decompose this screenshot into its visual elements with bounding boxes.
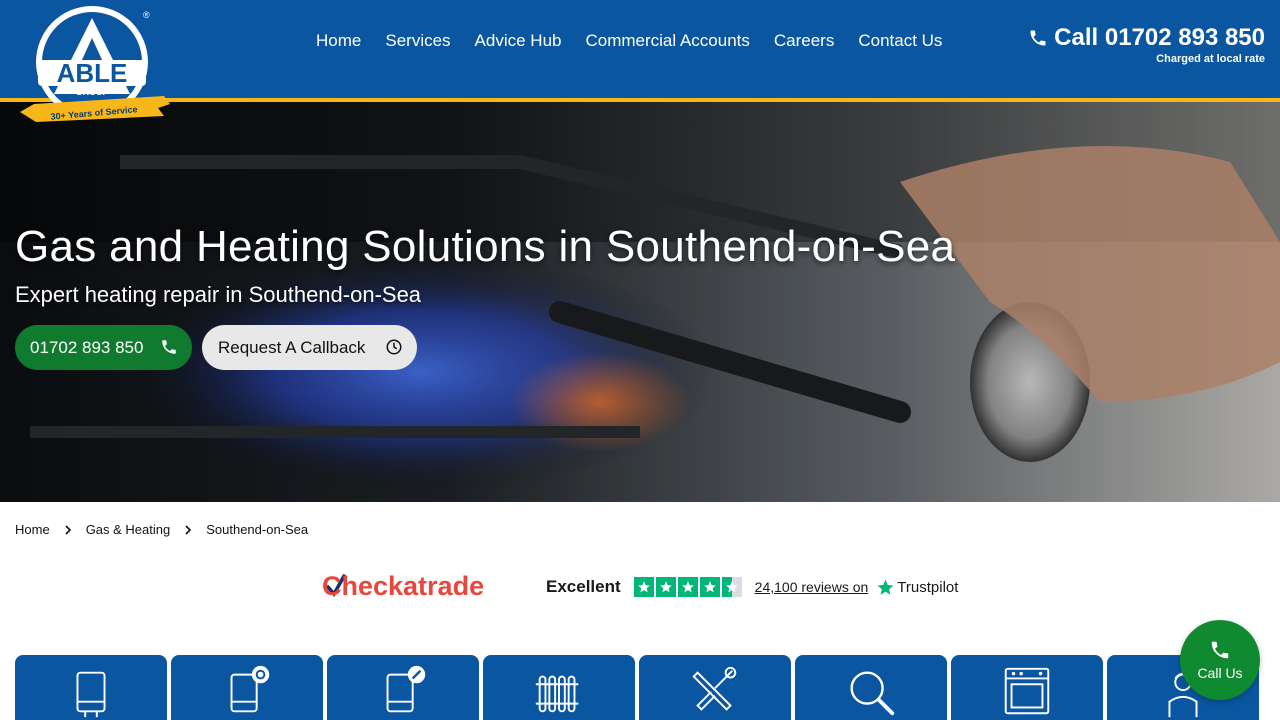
- clock-icon: [386, 339, 402, 355]
- service-card-cookers[interactable]: [951, 655, 1103, 720]
- service-cards: [15, 655, 1259, 720]
- boiler-service-icon: [230, 665, 270, 713]
- breadcrumb-home[interactable]: Home: [15, 522, 50, 537]
- request-callback-label: Request A Callback: [218, 337, 366, 357]
- header-call-box[interactable]: Call 01702 893 850 Charged at local rate: [1028, 24, 1265, 65]
- phone-icon: [162, 340, 176, 354]
- service-card-boiler-service[interactable]: [171, 655, 323, 720]
- logo-group-text: GROUP: [75, 87, 108, 97]
- phone-icon: [1030, 30, 1046, 46]
- nav-contact-us[interactable]: Contact Us: [846, 28, 954, 54]
- trustpilot-star-icon: [877, 579, 894, 595]
- nav-careers[interactable]: Careers: [762, 28, 846, 54]
- service-card-boiler-installation[interactable]: [15, 655, 167, 720]
- logo-text: ABLE: [57, 58, 128, 88]
- request-callback-button[interactable]: Request A Callback: [202, 325, 417, 370]
- hero-phone-button[interactable]: 01702 893 850: [15, 325, 192, 370]
- nav-home[interactable]: Home: [304, 28, 373, 54]
- trustpilot-reviews-link[interactable]: 24,100 reviews on: [755, 579, 869, 595]
- service-card-inspections[interactable]: [795, 655, 947, 720]
- checkatrade-text: Checkatrade: [322, 571, 484, 601]
- hero-title: Gas and Heating Solutions in Southend-on…: [15, 222, 956, 271]
- breadcrumb-southend: Southend-on-Sea: [206, 522, 309, 537]
- main-nav: Home Services Advice Hub Commercial Acco…: [304, 28, 954, 54]
- hero-phone-label: 01702 893 850: [30, 337, 144, 357]
- trustpilot-logo: Trustpilot: [876, 578, 958, 597]
- hero-banner: Gas and Heating Solutions in Southend-on…: [0, 102, 1280, 502]
- radiator-icon: [535, 675, 579, 713]
- nav-advice-hub[interactable]: Advice Hub: [463, 28, 574, 54]
- oven-icon: [1004, 667, 1050, 715]
- nav-commercial-accounts[interactable]: Commercial Accounts: [573, 28, 761, 54]
- breadcrumb: Home Gas & Heating Southend-on-Sea: [15, 522, 308, 537]
- half-star-icon: [721, 577, 742, 597]
- call-us-floating-button[interactable]: Call Us: [1180, 620, 1260, 700]
- boiler-repair-icon: [386, 665, 426, 713]
- header-call-note: Charged at local rate: [1156, 53, 1265, 65]
- trustpilot-stars: [633, 577, 742, 597]
- service-card-repairs[interactable]: [639, 655, 791, 720]
- trustpilot-rating-text: Excellent: [546, 577, 621, 596]
- breadcrumb-gas-heating[interactable]: Gas & Heating: [86, 522, 171, 537]
- service-card-radiators[interactable]: [483, 655, 635, 720]
- hero-subtitle: Expert heating repair in Southend-on-Sea: [15, 282, 422, 307]
- tools-icon: [692, 666, 737, 711]
- trustpilot-widget[interactable]: Excellent 24,100 reviews on Trustpilot: [546, 577, 958, 597]
- header-call-number: Call 01702 893 850: [1054, 24, 1265, 51]
- phone-icon: [1211, 641, 1229, 659]
- star-icon: [633, 577, 654, 597]
- star-icon: [655, 577, 676, 597]
- checkatrade-logo[interactable]: Checkatrade: [322, 570, 512, 602]
- star-icon: [677, 577, 698, 597]
- call-us-label: Call Us: [1197, 665, 1243, 681]
- nav-services[interactable]: Services: [373, 28, 462, 54]
- service-card-boiler-repair[interactable]: [327, 655, 479, 720]
- able-group-logo[interactable]: ABLE GROUP 30+ Years of Service ®: [14, 4, 174, 128]
- star-icon: [699, 577, 720, 597]
- registered-mark: ®: [143, 10, 150, 20]
- chevron-right-icon: [65, 524, 71, 535]
- boiler-icon: [76, 671, 106, 718]
- search-icon: [850, 671, 895, 716]
- trustpilot-name: Trustpilot: [897, 578, 959, 596]
- chevron-right-icon: [185, 524, 192, 535]
